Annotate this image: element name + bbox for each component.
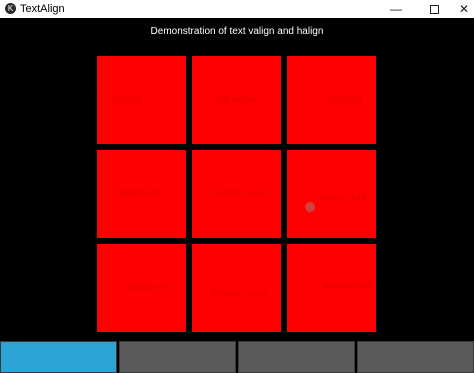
window-titlebar: K TextAlign — ✕ <box>0 0 474 18</box>
cell-label: Middle-right <box>319 192 367 202</box>
tab-2[interactable] <box>119 341 236 373</box>
minimize-button[interactable]: — <box>380 0 412 18</box>
cell-label: Middle-left <box>119 188 161 198</box>
cell-label: Bottom-center <box>212 288 269 298</box>
close-button[interactable]: ✕ <box>448 0 474 18</box>
cell-bottom-right: Bottom-right <box>287 244 376 332</box>
cell-middle-left: Middle-left <box>97 150 186 238</box>
cell-middle-center: Middle-center <box>192 150 281 238</box>
maximize-icon <box>429 5 439 15</box>
cell-bottom-left: Bottom-left <box>97 244 186 332</box>
text-align-grid: Top-left Top-center Top-right Middle-lef… <box>97 56 377 334</box>
cell-bottom-center: Bottom-center <box>192 244 281 332</box>
page-heading: Demonstration of text valign and halign <box>150 26 324 37</box>
cell-label: Top-center <box>214 94 257 104</box>
window-title: TextAlign <box>20 3 65 15</box>
cell-label: Top-right <box>326 94 362 104</box>
cell-label: Top-left <box>111 94 141 104</box>
touch-indicator-dot <box>305 202 315 212</box>
cell-label: Bottom-right <box>323 280 373 290</box>
cell-top-right: Top-right <box>287 56 376 144</box>
cell-top-left: Top-left <box>97 56 186 144</box>
app-icon: K <box>5 3 16 14</box>
cell-label: Bottom-left <box>127 282 171 292</box>
tab-4[interactable] <box>357 341 474 373</box>
bottom-tab-bar <box>0 341 474 373</box>
tab-1[interactable] <box>0 341 117 373</box>
cell-top-center: Top-center <box>192 56 281 144</box>
cell-label: Middle-center <box>214 188 269 198</box>
maximize-button[interactable] <box>418 0 450 18</box>
tab-3[interactable] <box>238 341 355 373</box>
cell-middle-right: Middle-right <box>287 150 376 238</box>
